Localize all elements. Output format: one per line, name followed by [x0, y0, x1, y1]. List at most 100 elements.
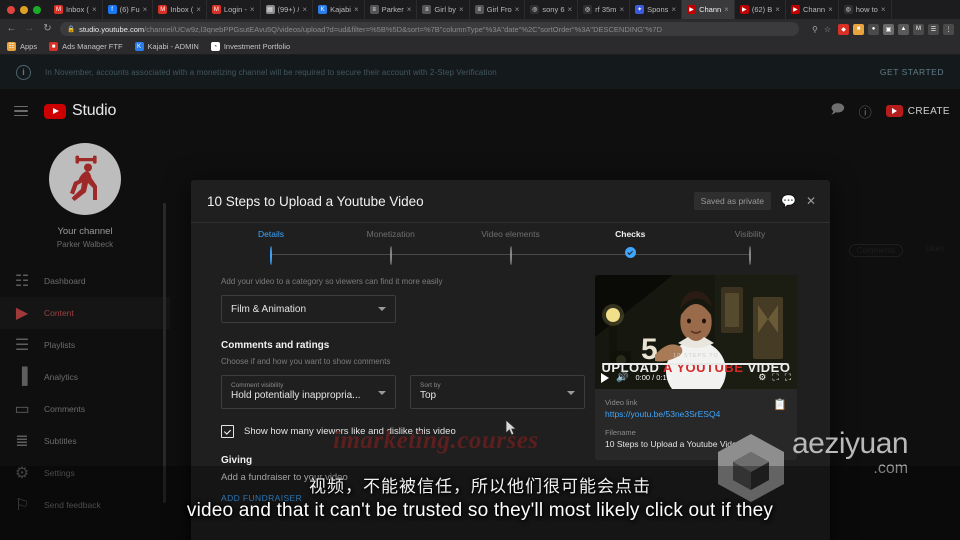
close-window-button[interactable] — [7, 5, 15, 14]
step-details[interactable]: Details — [221, 229, 321, 265]
add-fundraiser-button[interactable]: ADD FUNDRAISER — [221, 493, 302, 503]
browser-tab[interactable]: ≡ Girl Fro × — [470, 0, 526, 19]
browser-tab[interactable]: ✦ Spons × — [630, 0, 683, 19]
url-input[interactable]: 🔒 studio.youtube.com/channel/UCw9z,l3qne… — [60, 22, 799, 36]
hamburger-icon[interactable] — [14, 105, 28, 117]
tab-close-icon[interactable]: × — [250, 5, 255, 14]
sidebar-scrollbar[interactable] — [163, 203, 166, 503]
browser-tab[interactable]: M Inbox (× — [153, 0, 207, 19]
miniplayer-icon[interactable]: ⛶ — [772, 372, 778, 383]
step-video-elements[interactable]: Video elements — [461, 229, 561, 265]
browser-tab[interactable]: ≡ Parker × — [365, 0, 418, 19]
comment-visibility-select[interactable]: Comment visibility Hold potentially inap… — [221, 375, 396, 409]
browser-tab[interactable]: M Inbox (× — [49, 0, 103, 19]
sidebar-item-playlists[interactable]: ☰ Playlists — [0, 329, 170, 361]
maximize-window-button[interactable] — [33, 5, 41, 14]
bookmark-item[interactable]: ☷ Apps — [7, 42, 37, 51]
browser-tab[interactable]: f (6) Fu × — [103, 0, 154, 19]
sidebar-item-settings[interactable]: ⚙ Settings — [0, 457, 170, 489]
details-form: Add your video to a category so viewers … — [191, 275, 591, 506]
youtube-studio-app: Studio 🗩 ⓘ CREATE Your channel Parker Wa… — [0, 89, 960, 540]
extension-icon[interactable]: ● — [868, 23, 879, 35]
browser-tab[interactable]: K Kajabi × — [313, 0, 365, 19]
extension-icon[interactable]: ▣ — [883, 23, 894, 35]
tab-close-icon[interactable]: × — [196, 5, 201, 14]
sidebar-item-label: Dashboard — [44, 276, 86, 286]
bookmark-item[interactable]: ◔ Investment Portfolio — [210, 42, 290, 51]
sidebar-item-send-feedback[interactable]: ⚐ Send feedback — [0, 489, 170, 521]
tab-close-icon[interactable]: × — [354, 5, 359, 14]
extension-icon[interactable]: M — [913, 23, 924, 35]
sidebar-item-comments[interactable]: ▭ Comments — [0, 393, 170, 425]
extension-icon[interactable]: ■ — [853, 23, 864, 35]
tab-close-icon[interactable]: × — [143, 5, 148, 14]
tab-close-icon[interactable]: × — [828, 5, 833, 14]
sort-by-select[interactable]: Sort by Top — [410, 375, 585, 409]
bookmark-item[interactable]: K Kajabi - ADMIN — [134, 42, 199, 51]
volume-icon[interactable]: 🔊 — [616, 372, 628, 383]
sidebar-item-analytics[interactable]: ▐ Analytics — [0, 361, 170, 393]
tab-close-icon[interactable]: × — [724, 5, 729, 14]
giving-section-title: Giving — [221, 455, 253, 466]
tab-close-icon[interactable]: × — [515, 5, 520, 14]
settings-icon[interactable]: ⚙ — [758, 372, 766, 383]
tab-close-icon[interactable]: × — [619, 5, 624, 14]
show-likes-checkbox-row[interactable]: Show how many viewers like and dislike t… — [221, 425, 591, 438]
star-icon[interactable]: ☆ — [824, 25, 831, 34]
browser-tab[interactable]: ▶ Chann × — [682, 0, 735, 19]
close-icon[interactable]: ✕ — [806, 194, 816, 208]
studio-logo[interactable]: Studio — [44, 102, 116, 120]
tab-close-icon[interactable]: × — [459, 5, 464, 14]
step-checks[interactable]: Checks — [580, 229, 680, 265]
tab-close-icon[interactable]: × — [568, 5, 573, 14]
get-started-button[interactable]: GET STARTED — [880, 67, 944, 77]
analytics-icon: ▐ — [16, 368, 28, 385]
sidebar-item-dashboard[interactable]: ☷ Dashboard — [0, 265, 170, 297]
extension-icon[interactable]: ▲ — [898, 23, 909, 35]
extension-icon[interactable]: ◆ — [838, 23, 849, 35]
tab-close-icon[interactable]: × — [671, 5, 676, 14]
browser-tab[interactable]: ◎ how to × — [839, 0, 892, 19]
progress-bar[interactable] — [603, 363, 789, 365]
tab-close-icon[interactable]: × — [775, 5, 780, 14]
video-link[interactable]: https://youtu.be/53ne3SrESQ4 — [605, 409, 787, 419]
browser-tab[interactable]: ◎ sony 6 × — [525, 0, 579, 19]
browser-tab[interactable]: ▶ (62) B × — [735, 0, 786, 19]
reload-button[interactable]: ↻ — [42, 24, 53, 34]
url-path: /channel/UCw9z,l3qnebPPGsutEAvu5Q/videos… — [144, 24, 663, 34]
feedback-icon[interactable]: 💬 — [781, 194, 796, 208]
avatar[interactable] — [49, 143, 121, 215]
category-select[interactable]: Film & Animation — [221, 295, 396, 323]
step-monetization[interactable]: Monetization — [341, 229, 441, 265]
stepper-steps: Details Monetization Video elements Checks V… — [221, 229, 800, 265]
tab-close-icon[interactable]: × — [92, 5, 97, 14]
search-icon[interactable]: ⚲ — [812, 25, 818, 34]
copy-icon[interactable]: 📋 — [773, 398, 787, 411]
comments-icon[interactable]: 🗩 — [830, 100, 844, 122]
browser-tab[interactable]: ≡ Girl by × — [417, 0, 470, 19]
tab-close-icon[interactable]: × — [881, 5, 886, 14]
dialog-title: 10 Steps to Upload a Youtube Video — [207, 193, 424, 209]
extension-icon[interactable]: ⋮ — [943, 23, 954, 35]
bookmark-item[interactable]: ■ Ads Manager FTF — [49, 42, 123, 51]
tab-close-icon[interactable]: × — [407, 5, 412, 14]
browser-tab[interactable]: ◎ rf 35m × — [578, 0, 631, 19]
forward-button[interactable]: → — [24, 24, 35, 34]
browser-tab[interactable]: ▶ Chann × — [786, 0, 839, 19]
back-button[interactable]: ← — [6, 24, 17, 34]
step-visibility[interactable]: Visibility — [700, 229, 800, 265]
sidebar-item-content[interactable]: ▶ Content — [0, 297, 170, 329]
fullscreen-icon[interactable]: ⛶ — [785, 372, 791, 383]
browser-tab[interactable]: M Login - × — [207, 0, 261, 19]
browser-tab[interactable]: ▤ (99+) / × — [261, 0, 314, 19]
show-likes-checkbox[interactable] — [221, 425, 234, 438]
extension-icon[interactable]: ☰ — [928, 23, 939, 35]
tab-close-icon[interactable]: × — [302, 5, 307, 14]
video-thumbnail[interactable]: 5 10 STEPS TO UPLOAD A YOUTUBE VIDEO 🔊 0… — [595, 275, 797, 389]
help-icon[interactable]: ⓘ — [859, 102, 872, 121]
sidebar-item-subtitles[interactable]: ≣ Subtitles — [0, 425, 170, 457]
minimize-window-button[interactable] — [20, 5, 28, 14]
play-icon[interactable] — [601, 372, 609, 383]
create-button[interactable]: CREATE — [885, 105, 950, 117]
sidebar-item-label: Content — [44, 308, 74, 318]
